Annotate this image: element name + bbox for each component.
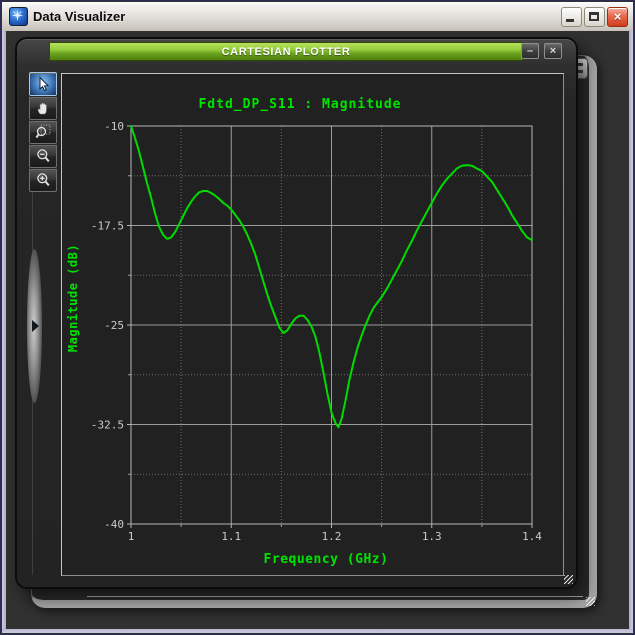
window-border-right xyxy=(629,30,633,633)
hand-icon xyxy=(37,102,47,115)
zoom-out-tool-button[interactable] xyxy=(29,144,57,168)
plot-title: Fdtd_DP_S11 : Magnitude xyxy=(198,97,401,112)
y-tick-label: -32.5 xyxy=(91,419,124,432)
y-axis-label: Magnitude (dB) xyxy=(66,244,80,352)
drawer-handle[interactable] xyxy=(27,249,42,403)
plot-toolbar xyxy=(29,72,57,192)
data-visualizer-window: Data Visualizer × CARTESIAN PLOTTER – × … xyxy=(0,0,635,635)
zoom-in-tool-button[interactable] xyxy=(29,168,57,192)
x-tick-label: 1.2 xyxy=(322,530,342,543)
plotter-minimize-button[interactable]: – xyxy=(521,43,539,59)
pointer-tool-button[interactable] xyxy=(29,72,57,96)
background-window-panel-edge xyxy=(87,596,583,597)
y-tick-label: -25 xyxy=(104,319,124,332)
plotter-titlebar[interactable]: CARTESIAN PLOTTER xyxy=(49,42,523,61)
workspace: CARTESIAN PLOTTER – × 1 1.1 1.2 1.3 1.4 … xyxy=(6,31,629,629)
resize-grip-plotter-window[interactable] xyxy=(564,575,573,584)
drawer-expand-icon xyxy=(32,320,39,332)
app-icon xyxy=(9,7,28,26)
maximize-button[interactable] xyxy=(584,6,605,27)
outer-titlebar[interactable]: Data Visualizer × xyxy=(2,2,633,32)
resize-grip-background-window[interactable] xyxy=(586,597,595,606)
pan-tool-button[interactable] xyxy=(29,96,57,120)
minimize-button[interactable] xyxy=(561,6,582,27)
zoom-region-tool-button[interactable] xyxy=(29,120,57,144)
close-icon: × xyxy=(613,8,622,24)
magnifier-region-icon xyxy=(35,124,51,139)
window-border-bottom xyxy=(2,629,633,633)
y-tick-label: -40 xyxy=(104,518,124,531)
cursor-arrow-icon xyxy=(39,76,50,92)
x-tick-label: 1.3 xyxy=(422,530,442,543)
x-tick-label: 1.4 xyxy=(522,530,542,543)
window-title: Data Visualizer xyxy=(33,9,126,24)
y-tick-label: -17.5 xyxy=(91,220,124,233)
maximize-icon xyxy=(589,11,599,21)
plotter-close-button[interactable]: × xyxy=(544,43,562,59)
minimize-icon xyxy=(566,18,574,22)
close-button[interactable]: × xyxy=(607,6,628,27)
window-controls: × xyxy=(561,6,628,27)
cartesian-plotter-window: CARTESIAN PLOTTER – × 1 1.1 1.2 1.3 1.4 … xyxy=(15,37,578,589)
cartesian-plot[interactable]: 1 1.1 1.2 1.3 1.4 -10 -17.5 -25 -32.5 -40 Fdtd_DP_… xyxy=(62,74,563,575)
magnifier-minus-icon xyxy=(37,149,50,163)
x-axis-label: Frequency (GHz) xyxy=(264,552,389,567)
magnifier-plus-icon xyxy=(37,173,50,187)
x-tick-label: 1.1 xyxy=(221,530,241,543)
plotter-title: CARTESIAN PLOTTER xyxy=(221,45,351,58)
plot-panel: 1 1.1 1.2 1.3 1.4 -10 -17.5 -25 -32.5 -40 Fdtd_DP_… xyxy=(61,73,564,576)
x-tick-label: 1 xyxy=(128,530,135,543)
y-tick-label: -10 xyxy=(104,120,124,133)
screen: Data Visualizer × CARTESIAN PLOTTER – × … xyxy=(0,0,635,635)
